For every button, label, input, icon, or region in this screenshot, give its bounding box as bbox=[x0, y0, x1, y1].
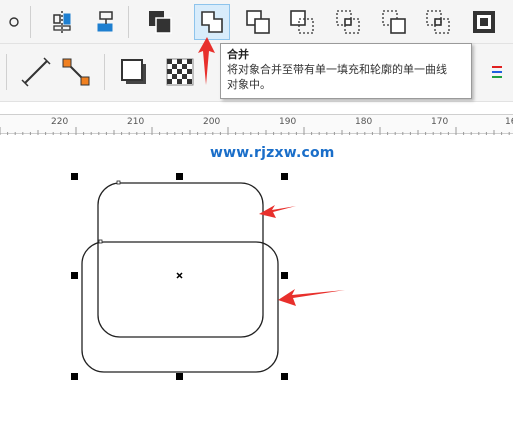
line-tool-icon[interactable] bbox=[18, 54, 54, 90]
color-bars-icon[interactable] bbox=[480, 54, 513, 90]
toolbar-separator bbox=[6, 54, 7, 90]
handle-top-left[interactable] bbox=[71, 173, 78, 180]
ruler-tick-label: 220 bbox=[51, 117, 69, 127]
ruler-tick-label: 200 bbox=[203, 117, 221, 127]
handle-middle-right[interactable] bbox=[281, 272, 288, 279]
handle-bottom-right[interactable] bbox=[281, 373, 288, 380]
toolbar-separator bbox=[30, 6, 31, 38]
front-minus-back-icon[interactable] bbox=[420, 4, 456, 40]
tooltip-description-line2: 对象中。 bbox=[227, 78, 271, 91]
ruler-tick-label: 180 bbox=[355, 117, 373, 127]
red-arrow-lower-icon bbox=[278, 289, 345, 306]
handle-bottom-left[interactable] bbox=[71, 373, 78, 380]
shaping-toolbar bbox=[0, 0, 513, 44]
align-distribute-icon[interactable] bbox=[44, 4, 80, 40]
align-center-icon[interactable] bbox=[88, 4, 124, 40]
handle-bottom-center[interactable] bbox=[176, 373, 183, 380]
red-arrow-upper-icon bbox=[259, 205, 296, 218]
intersect-icon[interactable] bbox=[330, 4, 366, 40]
handle-middle-left[interactable] bbox=[71, 272, 78, 279]
ruler-tick-label: 170 bbox=[431, 117, 449, 127]
node-marker[interactable] bbox=[116, 180, 121, 185]
weld-icon[interactable] bbox=[240, 4, 276, 40]
ruler-tick-label: 210 bbox=[127, 117, 145, 127]
combine-tooltip: 合并 将对象合并至带有单一填充和轮廓的单一曲线 对象中。 bbox=[220, 43, 472, 99]
back-minus-front-icon[interactable] bbox=[142, 4, 178, 40]
boundary-icon[interactable] bbox=[466, 4, 502, 40]
lower-rounded-rectangle[interactable] bbox=[81, 241, 279, 373]
trim-icon[interactable] bbox=[284, 4, 320, 40]
handle-top-center[interactable] bbox=[176, 173, 183, 180]
toolbar-separator bbox=[128, 6, 129, 38]
simplify-icon[interactable] bbox=[376, 4, 412, 40]
tooltip-description-line1: 将对象合并至带有单一填充和轮廓的单一曲线 bbox=[227, 63, 447, 76]
transparency-icon[interactable] bbox=[162, 54, 198, 90]
circle-icon[interactable] bbox=[0, 4, 32, 40]
connector-tool-icon[interactable] bbox=[58, 54, 94, 90]
toolbar-separator bbox=[104, 54, 105, 90]
tooltip-title: 合并 bbox=[227, 48, 249, 61]
drop-shadow-icon[interactable] bbox=[116, 54, 152, 90]
handle-top-right[interactable] bbox=[281, 173, 288, 180]
upper-rounded-rectangle[interactable] bbox=[97, 182, 264, 338]
center-x-icon[interactable] bbox=[176, 272, 183, 279]
drawing-canvas[interactable] bbox=[0, 134, 513, 438]
ruler-tick-label: 16 bbox=[505, 117, 513, 127]
combine-icon[interactable] bbox=[194, 4, 230, 40]
node-marker[interactable] bbox=[98, 239, 103, 244]
red-arrow-toolbar-icon bbox=[198, 37, 215, 85]
watermark: www.rjzxw.com bbox=[210, 145, 335, 161]
ruler-tick-label: 190 bbox=[279, 117, 297, 127]
horizontal-ruler[interactable]: 220 210 200 190 180 170 16 bbox=[0, 114, 513, 135]
